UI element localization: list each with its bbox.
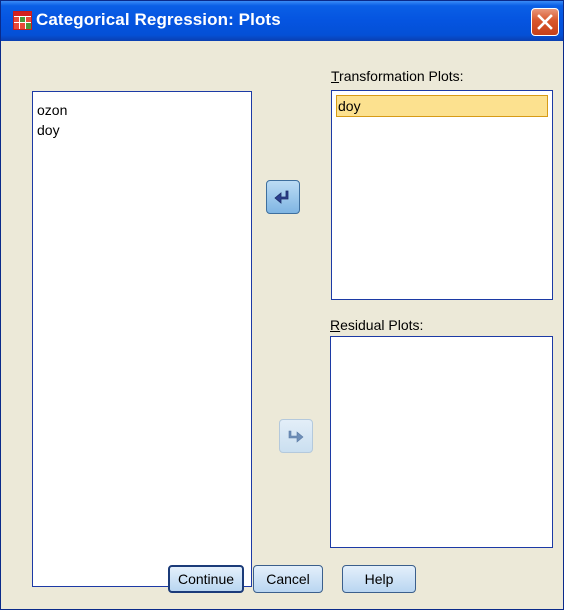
move-from-transformation-button[interactable] — [266, 180, 300, 214]
continue-button[interactable]: Continue — [168, 565, 244, 593]
categorical-regression-plots-dialog: Categorical Regression: Plots ozon doy T… — [0, 0, 564, 610]
help-button[interactable]: Help — [342, 565, 416, 593]
transformation-plots-label: Transformation Plots: — [331, 68, 464, 84]
transformation-plots-list[interactable]: doy — [331, 90, 553, 300]
close-button[interactable] — [531, 8, 559, 36]
close-icon — [537, 14, 553, 30]
title-bar[interactable]: Categorical Regression: Plots — [1, 1, 563, 41]
list-item[interactable]: ozon — [37, 101, 67, 120]
residual-plots-list[interactable] — [330, 336, 553, 548]
dialog-body: ozon doy Transformation Plots: doy Resid… — [4, 41, 560, 608]
spss-app-icon — [13, 11, 32, 30]
arrow-right-icon — [288, 430, 304, 443]
move-to-residual-button[interactable] — [279, 419, 313, 453]
residual-plots-label: Residual Plots: — [330, 317, 424, 333]
window-title: Categorical Regression: Plots — [36, 10, 281, 29]
arrow-left-icon — [274, 190, 289, 204]
list-item-selected[interactable]: doy — [336, 95, 548, 117]
list-item[interactable]: doy — [37, 121, 60, 140]
source-variable-list[interactable]: ozon doy — [32, 91, 252, 587]
cancel-button[interactable]: Cancel — [253, 565, 323, 593]
